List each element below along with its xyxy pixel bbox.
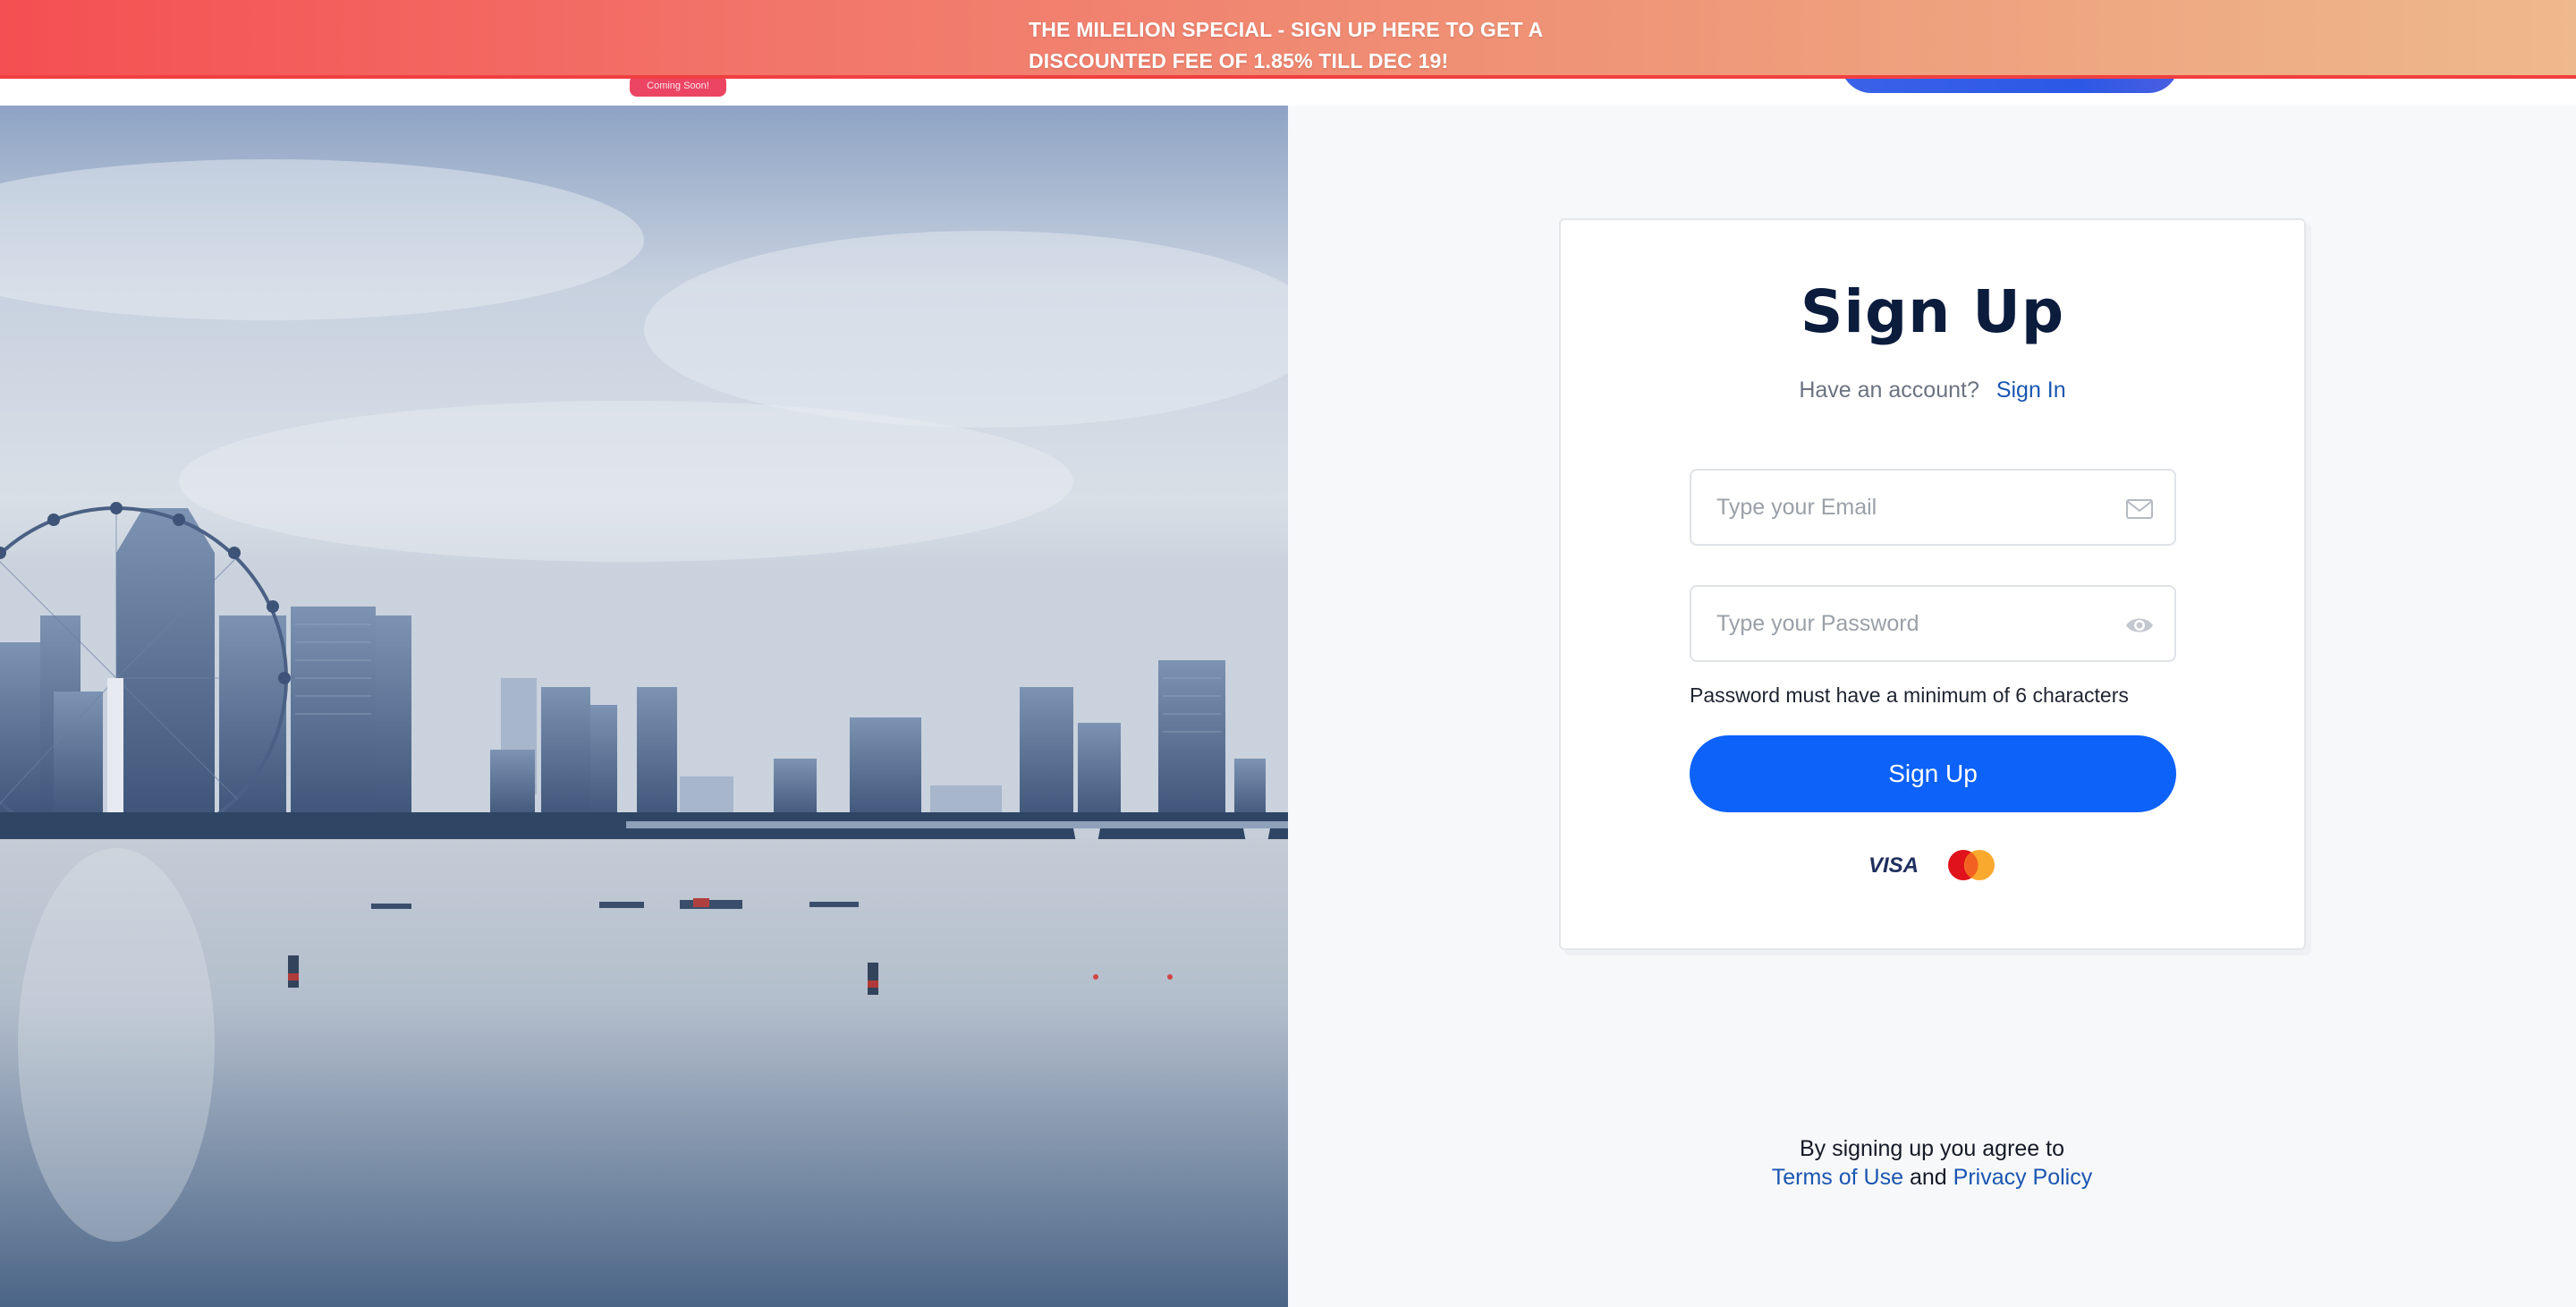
mastercard-icon bbox=[1944, 848, 1999, 882]
visa-icon: VISA bbox=[1865, 850, 1919, 878]
sign-up-button[interactable]: Sign Up bbox=[1690, 735, 2176, 812]
password-hint: Password must have a minimum of 6 charac… bbox=[1690, 683, 2129, 707]
terms-links-row: Terms of Use and Privacy Policy bbox=[1556, 1163, 2308, 1192]
eye-icon[interactable] bbox=[2124, 610, 2155, 641]
privacy-policy-link[interactable]: Privacy Policy bbox=[1953, 1165, 2093, 1190]
terms-prefix: By signing up you agree to bbox=[1799, 1136, 2065, 1161]
envelope-icon bbox=[2124, 494, 2155, 524]
payment-methods: VISA bbox=[1561, 846, 2304, 882]
email-field[interactable] bbox=[1690, 469, 2176, 546]
terms-conjunction: and bbox=[1909, 1165, 1953, 1190]
password-field[interactable] bbox=[1690, 585, 2176, 662]
promo-line-2: DISCOUNTED FEE OF 1.85% TILL DEC 19! bbox=[1029, 49, 1449, 72]
sign-in-link[interactable]: Sign In bbox=[1996, 378, 2066, 403]
password-input[interactable] bbox=[1691, 587, 2174, 660]
svg-text:VISA: VISA bbox=[1868, 853, 1919, 878]
promo-banner[interactable]: THE MILELION SPECIAL - SIGN UP HERE TO G… bbox=[0, 0, 2576, 79]
signup-card: Sign Up Have an account? Sign In Passwor… bbox=[1559, 218, 2306, 950]
city-skyline-image bbox=[0, 106, 1288, 1307]
account-question: Have an account? bbox=[1799, 378, 1979, 403]
terms-notice: By signing up you agree to Terms of Use … bbox=[1556, 1134, 2308, 1192]
email-input[interactable] bbox=[1691, 471, 2174, 544]
promo-text: THE MILELION SPECIAL - SIGN UP HERE TO G… bbox=[1029, 14, 1601, 77]
promo-line-1: THE MILELION SPECIAL - SIGN UP HERE TO G… bbox=[1029, 18, 1544, 41]
account-row: Have an account? Sign In bbox=[1561, 378, 2304, 403]
signup-title: Sign Up bbox=[1800, 277, 2065, 346]
terms-of-use-link[interactable]: Terms of Use bbox=[1772, 1165, 1903, 1190]
